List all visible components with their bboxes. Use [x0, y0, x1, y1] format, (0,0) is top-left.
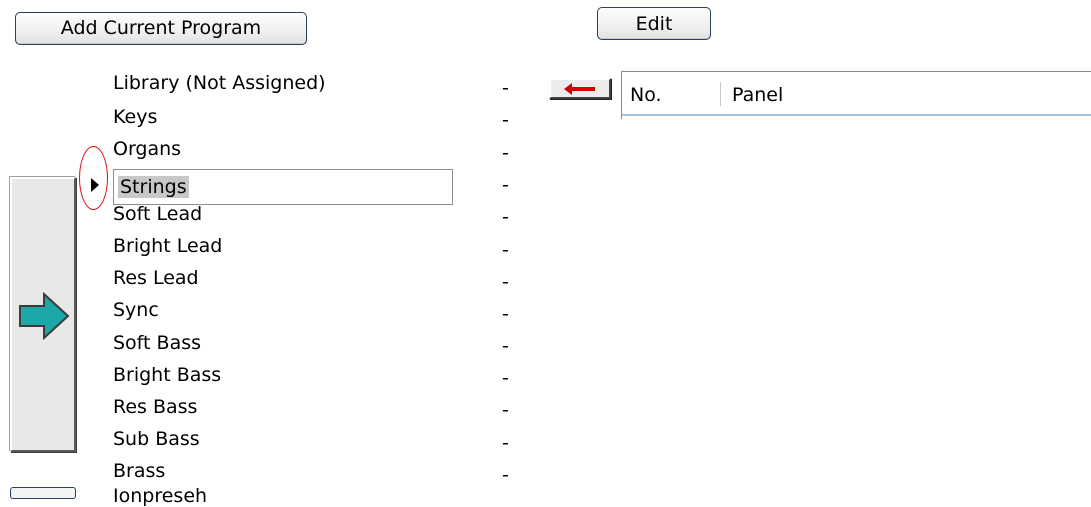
right-arrow-icon — [19, 292, 70, 340]
list-item-partial: Ionpreseh — [113, 485, 208, 507]
list-item-count: - — [502, 399, 509, 421]
list-item-bright-lead[interactable]: Bright Lead — [113, 235, 222, 257]
add-current-program-button[interactable]: Add Current Program — [15, 12, 307, 45]
selected-item-label: Strings — [118, 176, 189, 198]
left-arrow-icon — [564, 83, 595, 95]
panel-table-header: No. Panel — [622, 72, 1091, 116]
list-item-count: - — [502, 303, 509, 325]
list-item-brass[interactable]: Brass — [113, 460, 165, 482]
list-item-res-lead[interactable]: Res Lead — [113, 267, 199, 289]
panel-table[interactable]: No. Panel — [621, 71, 1091, 119]
column-divider[interactable] — [720, 82, 721, 106]
list-item-bright-bass[interactable]: Bright Bass — [113, 364, 221, 386]
red-ellipse-annotation — [79, 146, 108, 210]
list-item-count: - — [502, 77, 509, 99]
list-item-count: - — [502, 464, 509, 486]
column-header-no[interactable]: No. — [630, 84, 662, 106]
list-item-sub-bass[interactable]: Sub Bass — [113, 428, 200, 450]
list-item-count: - — [502, 367, 509, 389]
list-item-library-not-assigned[interactable]: Library (Not Assigned) — [113, 72, 326, 94]
list-item-count: - — [502, 206, 509, 228]
list-item-count: - — [502, 109, 509, 131]
list-item-res-bass[interactable]: Res Bass — [113, 396, 197, 418]
list-item-count: - — [502, 174, 509, 196]
remove-from-panel-button[interactable] — [549, 78, 611, 99]
list-item-count: - — [502, 271, 509, 293]
list-item-count: - — [502, 335, 509, 357]
column-header-panel[interactable]: Panel — [732, 84, 783, 106]
list-item-keys[interactable]: Keys — [113, 106, 157, 128]
assign-to-library-button[interactable] — [10, 177, 76, 452]
secondary-button[interactable] — [10, 487, 76, 499]
list-item-sync[interactable]: Sync — [113, 299, 159, 321]
list-item-count: - — [502, 432, 509, 454]
list-item-soft-bass[interactable]: Soft Bass — [113, 332, 201, 354]
list-item-count: - — [502, 142, 509, 164]
edit-button[interactable]: Edit — [597, 7, 711, 40]
selected-item-edit-box[interactable]: Strings — [113, 169, 453, 205]
list-item-soft-lead[interactable]: Soft Lead — [113, 203, 202, 225]
list-item-organs[interactable]: Organs — [113, 138, 181, 160]
list-item-count: - — [502, 239, 509, 261]
